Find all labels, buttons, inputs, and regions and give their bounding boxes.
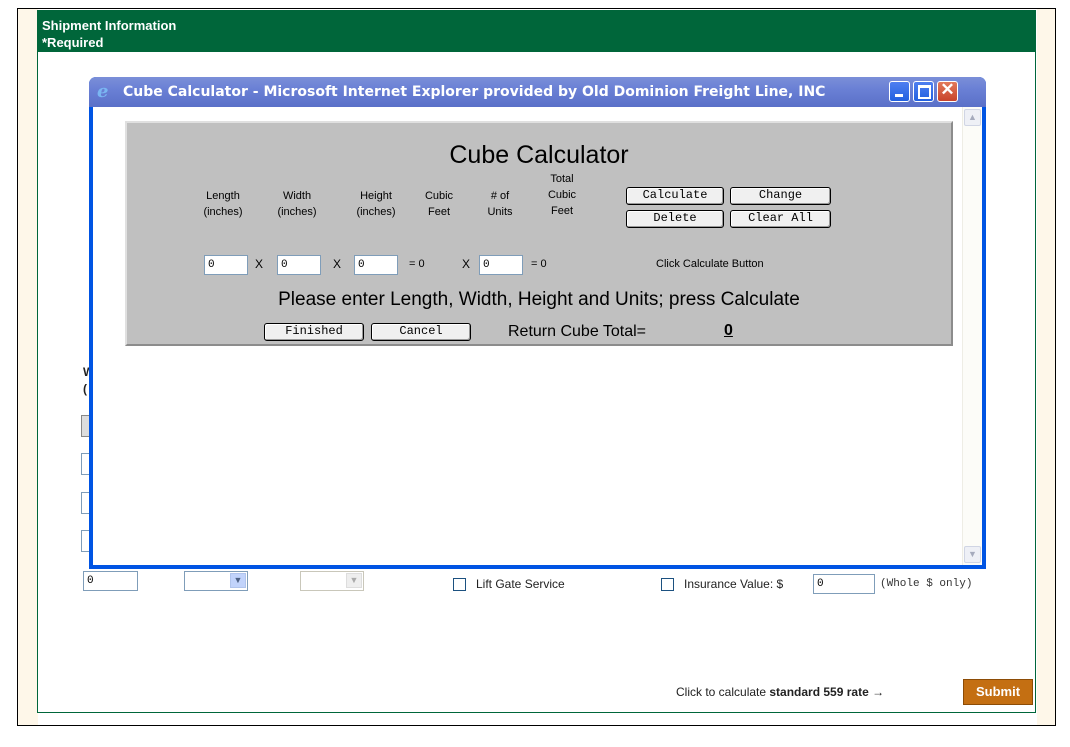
minimize-button[interactable] [889,81,910,102]
shipment-header-title: Shipment Information [42,18,177,33]
units-column-header: # of Units [487,190,513,218]
internet-explorer-icon: e [97,81,109,102]
secondary-select-disabled: ▼ [300,571,364,591]
return-cube-total-label: Return Cube Total= [508,323,647,340]
length-column-header: Length (inches) [203,190,243,218]
page-side-margin-right [1037,9,1055,725]
cube-calculator-window: e Cube Calculator - Microsoft Internet E… [89,77,986,569]
multiply-symbol: X [255,257,264,271]
insurance-label: Insurance Value: $ [684,577,784,591]
change-button[interactable]: Change [730,187,831,205]
cube-calculator-panel: Cube Calculator Length (inches) Width (inc… [125,121,953,346]
multiply-symbol: X [333,257,342,271]
calculator-instruction: Please enter Length, Width, Height and U… [278,289,800,310]
scroll-up-button[interactable]: ▲ [964,109,981,126]
cancel-button[interactable]: Cancel [371,323,471,341]
insurance-value-input[interactable] [813,574,875,594]
calculator-title: Cube Calculator [449,141,629,169]
total-cubic-feet-result: = 0 [531,258,547,270]
clipped-field-label-2: ( [83,382,87,396]
submit-button[interactable]: Submit [963,679,1033,705]
length-input[interactable] [204,255,248,275]
units-input[interactable] [479,255,523,275]
window-titlebar[interactable]: e Cube Calculator - Microsoft Internet E… [89,77,986,107]
required-note: *Required [42,35,104,50]
cubic-feet-column-header: Cubic Feet [424,190,454,218]
shipment-header: Shipment Information *Required [38,11,1035,52]
window-content: Cube Calculator Length (inches) Width (inc… [93,107,962,565]
arrow-right-icon: → [872,685,885,699]
width-input[interactable] [277,255,321,275]
calculate-rate-text: Click to calculate standard 559 rate → [676,685,885,699]
multiply-symbol: X [462,257,471,271]
calculate-hint: Click Calculate Button [656,258,764,270]
cubic-feet-result: = 0 [409,258,425,270]
rate-name: standard 559 rate [769,685,869,699]
chevron-down-icon: ▼ [346,573,362,588]
chevron-down-icon: ▼ [230,573,246,588]
window-scrollbar[interactable]: ▲ ▼ [962,107,982,565]
total-cubic-feet-column-header: Total Cubic Feet [547,173,577,217]
finished-button[interactable]: Finished [264,323,364,341]
height-input[interactable] [354,255,398,275]
clear-all-button[interactable]: Clear All [730,210,831,228]
lift-gate-label: Lift Gate Service [476,577,565,591]
unit-type-select[interactable]: ▼ [184,571,248,591]
close-icon: ✕ [940,80,955,99]
scroll-down-button[interactable]: ▼ [964,546,981,563]
height-column-header: Height (inches) [356,190,396,218]
page-side-margin-left [18,9,38,725]
close-button[interactable]: ✕ [937,80,958,102]
delete-button[interactable]: Delete [626,210,724,228]
calculate-button[interactable]: Calculate [626,187,724,205]
window-title: Cube Calculator - Microsoft Internet Exp… [123,84,826,100]
width-column-header: Width (inches) [277,190,317,218]
return-cube-total-value: 0 [724,322,733,339]
maximize-button[interactable] [913,81,934,102]
insurance-checkbox[interactable] [661,578,674,591]
insurance-note: (Whole $ only) [880,578,973,590]
quantity-input[interactable] [83,571,138,591]
lift-gate-checkbox[interactable] [453,578,466,591]
